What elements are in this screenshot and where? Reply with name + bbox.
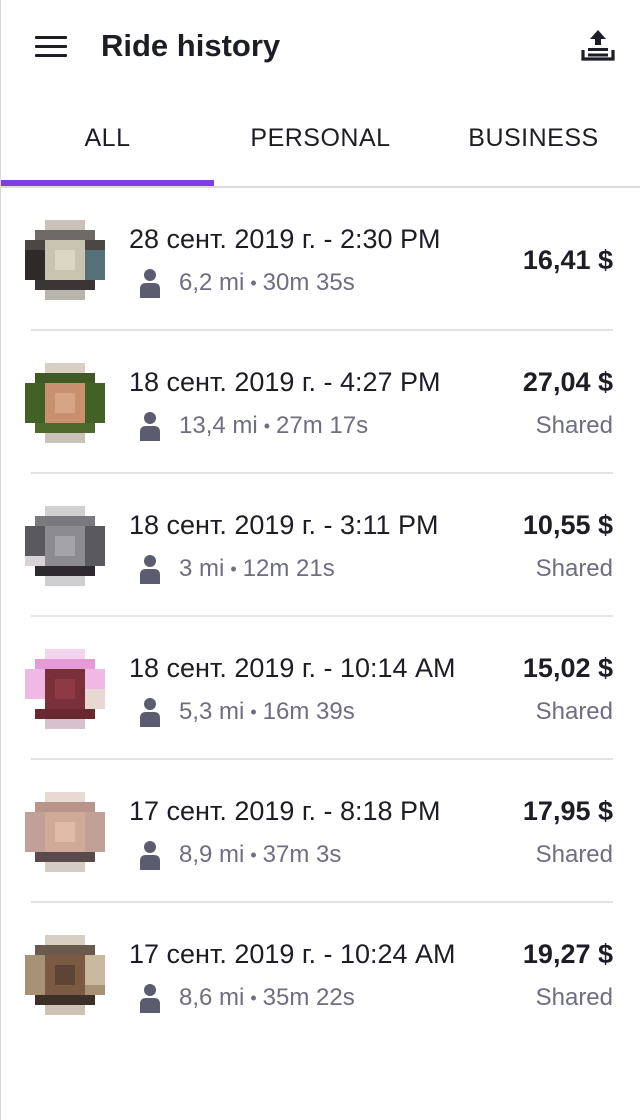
separator-dot: • — [250, 844, 257, 865]
ride-list: 28 сент. 2019 г. - 2:30 PM 6,2 mi • 30m … — [1, 188, 640, 1046]
ride-list-item[interactable]: 28 сент. 2019 г. - 2:30 PM 6,2 mi • 30m … — [1, 188, 640, 331]
tab-business[interactable]: BUSINESS — [427, 100, 640, 186]
upload-tray-icon[interactable] — [579, 28, 617, 64]
ride-distance: 6,2 mi — [179, 269, 245, 296]
ride-price: 17,95 $ — [522, 796, 613, 826]
shared-label: Shared — [535, 984, 613, 1011]
driver-avatar — [25, 220, 105, 300]
ride-distance: 8,9 mi — [179, 841, 245, 868]
ride-meta: 8,6 mi • 35m 22s — [139, 981, 355, 1015]
driver-avatar — [25, 935, 105, 1015]
ride-list-item[interactable]: 17 сент. 2019 г. - 10:24 AM 8,6 mi • 35m… — [1, 903, 640, 1046]
ride-datetime: 18 сент. 2019 г. - 3:11 PM — [129, 510, 439, 540]
ride-meta: 6,2 mi • 30m 35s — [139, 266, 355, 300]
separator-dot: • — [250, 701, 257, 722]
ride-duration: 27m 17s — [276, 412, 369, 439]
ride-price: 15,02 $ — [522, 653, 613, 683]
separator-dot: • — [250, 987, 257, 1008]
page-title: Ride history — [101, 28, 281, 63]
tab-all[interactable]: ALL — [1, 100, 214, 186]
person-icon — [140, 412, 160, 441]
ride-duration: 37m 3s — [262, 841, 342, 868]
active-tab-indicator — [1, 180, 214, 186]
ride-distance: 8,6 mi — [179, 984, 245, 1011]
ride-duration: 35m 22s — [262, 984, 355, 1011]
person-icon — [140, 269, 160, 298]
person-icon — [140, 841, 160, 870]
ride-list-item[interactable]: 18 сент. 2019 г. - 3:11 PM 3 mi • 12m 21… — [1, 474, 640, 617]
ride-datetime: 17 сент. 2019 г. - 10:24 AM — [129, 939, 456, 969]
separator-dot: • — [230, 558, 237, 579]
ride-filter-tabs: ALL PERSONAL BUSINESS — [1, 100, 640, 188]
separator-dot: • — [263, 415, 271, 436]
ride-history-screen: Ride history ALL PERSONAL BUSINESS 28 се… — [0, 0, 640, 1120]
ride-meta: 3 mi • 12m 21s — [139, 552, 335, 586]
ride-duration: 12m 21s — [242, 555, 335, 582]
separator-dot: • — [250, 272, 257, 293]
ride-meta: 5,3 mi • 16m 39s — [139, 695, 355, 729]
ride-datetime: 18 сент. 2019 г. - 10:14 AM — [129, 653, 456, 683]
ride-price: 19,27 $ — [522, 939, 613, 969]
ride-datetime: 18 сент. 2019 г. - 4:27 PM — [129, 367, 441, 397]
app-header: Ride history — [1, 0, 640, 92]
ride-price: 27,04 $ — [522, 367, 613, 397]
ride-distance: 3 mi — [179, 555, 225, 582]
ride-distance: 13,4 mi — [179, 412, 258, 439]
driver-avatar — [25, 363, 105, 443]
ride-price: 10,55 $ — [522, 510, 613, 540]
tab-personal[interactable]: PERSONAL — [214, 100, 427, 186]
ride-distance: 5,3 mi — [179, 698, 245, 725]
ride-duration: 16m 39s — [262, 698, 355, 725]
ride-price: 16,41 $ — [522, 245, 613, 275]
shared-label: Shared — [535, 555, 613, 582]
ride-duration: 30m 35s — [262, 269, 355, 296]
ride-datetime: 17 сент. 2019 г. - 8:18 PM — [129, 796, 441, 826]
driver-avatar — [25, 649, 105, 729]
person-icon — [140, 984, 160, 1013]
ride-meta: 13,4 mi • 27m 17s — [139, 409, 368, 443]
person-icon — [140, 698, 160, 727]
ride-meta: 8,9 mi • 37m 3s — [139, 838, 341, 872]
ride-datetime: 28 сент. 2019 г. - 2:30 PM — [129, 224, 441, 254]
driver-avatar — [25, 506, 105, 586]
person-icon — [140, 555, 160, 584]
ride-list-item[interactable]: 18 сент. 2019 г. - 10:14 AM 5,3 mi • 16m… — [1, 617, 640, 760]
shared-label: Shared — [535, 698, 613, 725]
ride-list-item[interactable]: 17 сент. 2019 г. - 8:18 PM 8,9 mi • 37m … — [1, 760, 640, 903]
driver-avatar — [25, 792, 105, 872]
hamburger-menu-icon[interactable] — [35, 36, 67, 58]
ride-list-item[interactable]: 18 сент. 2019 г. - 4:27 PM 13,4 mi • 27m… — [1, 331, 640, 474]
shared-label: Shared — [535, 841, 613, 868]
shared-label: Shared — [535, 412, 613, 439]
